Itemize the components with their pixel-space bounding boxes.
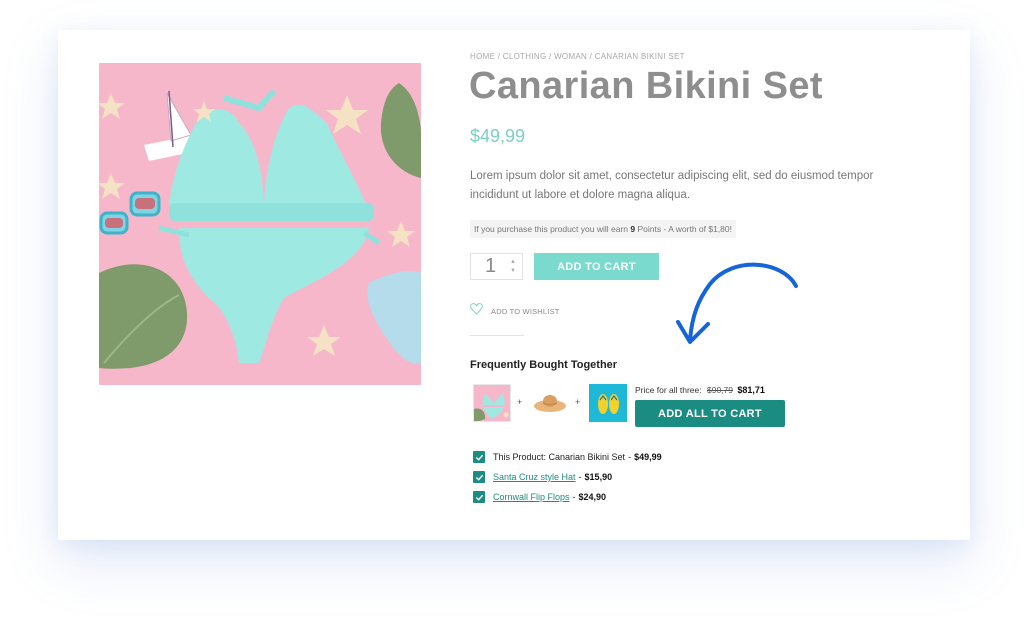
plus-sign: + bbox=[517, 397, 523, 407]
breadcrumb[interactable]: HOME / CLOTHING / WOMAN / CANARIAN BIKIN… bbox=[470, 52, 685, 61]
fbt-item-link[interactable]: Santa Cruz style Hat bbox=[493, 472, 576, 482]
quantity-stepper[interactable]: 1 ▲ ▼ bbox=[470, 253, 523, 280]
check-icon bbox=[475, 474, 483, 481]
fbt-item-label: This Product: Canarian Bikini Set bbox=[493, 452, 626, 462]
heart-icon bbox=[470, 302, 483, 320]
fbt-price-line: Price for all three: $90,79 $81,71 bbox=[635, 385, 765, 395]
add-all-to-cart-button[interactable]: ADD ALL TO CART bbox=[635, 400, 785, 427]
fbt-new-price: $81,71 bbox=[737, 385, 765, 395]
fbt-checkbox[interactable] bbox=[473, 491, 485, 503]
quantity-value[interactable]: 1 bbox=[485, 255, 496, 278]
fbt-item-this-product: This Product: Canarian Bikini Set - $49,… bbox=[473, 447, 662, 467]
product-price: $49,99 bbox=[470, 126, 526, 146]
fbt-old-price: $90,79 bbox=[707, 385, 733, 395]
fbt-thumb-bikini[interactable] bbox=[473, 384, 511, 422]
product-description: Lorem ipsum dolor sit amet, consectetur … bbox=[470, 170, 874, 201]
product-card: HOME / CLOTHING / WOMAN / CANARIAN BIKIN… bbox=[58, 30, 970, 540]
chevron-up-icon[interactable]: ▲ bbox=[510, 259, 516, 265]
product-title: Canarian Bikini Set bbox=[469, 65, 823, 107]
fbt-title: Frequently Bought Together bbox=[470, 359, 618, 371]
annotation-arrow-icon bbox=[676, 262, 798, 344]
fbt-checkbox[interactable] bbox=[473, 451, 485, 463]
plus-sign: + bbox=[575, 397, 581, 407]
add-to-cart-button[interactable]: ADD TO CART bbox=[534, 253, 659, 280]
fbt-checkbox[interactable] bbox=[473, 471, 485, 483]
fbt-item-separator: - bbox=[578, 472, 582, 482]
wishlist-label: ADD TO WISHLIST bbox=[491, 306, 560, 316]
points-prefix: If you purchase this product you will ea… bbox=[474, 224, 631, 234]
fbt-item-price: $24,90 bbox=[578, 492, 607, 502]
fbt-thumb-flip-flops[interactable] bbox=[589, 384, 627, 422]
add-to-wishlist-link[interactable]: ADD TO WISHLIST bbox=[470, 302, 560, 320]
fbt-item-price: $49,99 bbox=[634, 452, 662, 462]
chevron-down-icon[interactable]: ▼ bbox=[510, 268, 516, 274]
product-image[interactable] bbox=[99, 63, 421, 385]
fbt-list: This Product: Canarian Bikini Set - $49,… bbox=[473, 447, 662, 507]
fbt-item-link[interactable]: Cornwall Flip Flops bbox=[493, 492, 570, 502]
fbt-item-separator: - bbox=[572, 492, 576, 502]
check-icon bbox=[475, 454, 483, 461]
points-notice: If you purchase this product you will ea… bbox=[470, 220, 736, 238]
fbt-item-flip-flops: Cornwall Flip Flops - $24,90 bbox=[473, 487, 662, 507]
fbt-thumb-hat[interactable] bbox=[531, 384, 569, 422]
check-icon bbox=[475, 494, 483, 501]
divider bbox=[470, 335, 524, 336]
fbt-item-separator: - bbox=[628, 452, 632, 462]
fbt-item-hat: Santa Cruz style Hat - $15,90 bbox=[473, 467, 662, 487]
fbt-item-price: $15,90 bbox=[584, 472, 613, 482]
fbt-price-label: Price for all three: bbox=[635, 385, 702, 395]
points-suffix: Points - A worth of $1,80! bbox=[635, 224, 732, 234]
